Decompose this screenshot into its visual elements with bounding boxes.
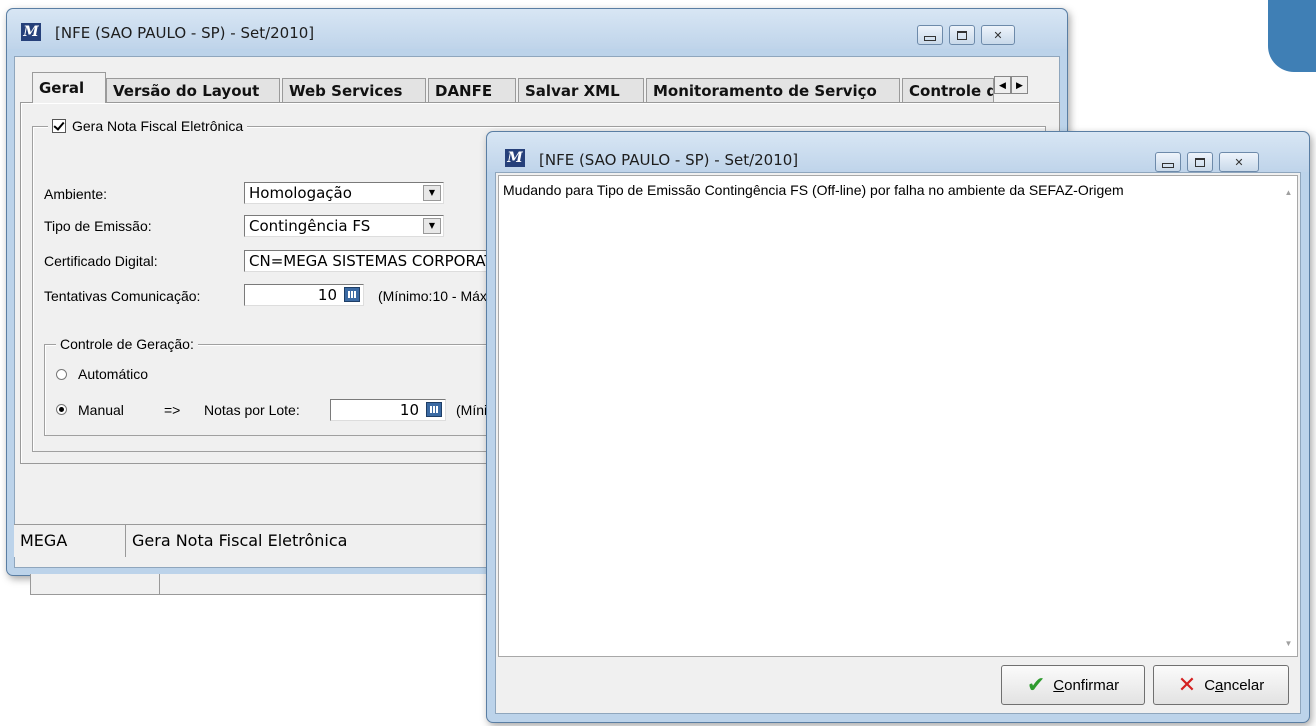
automatico-label: Automático xyxy=(78,366,149,382)
maximize-icon xyxy=(1195,157,1205,167)
notas-por-lote-value: 10 xyxy=(399,401,419,419)
minimize-button[interactable] xyxy=(1155,152,1181,172)
tab-versao-layout[interactable]: Versão do Layout xyxy=(106,78,280,102)
message-scrollbar[interactable]: ▲ ▼ xyxy=(1280,176,1297,656)
main-window-titlebar[interactable]: M [NFE (SAO PAULO - SP) - Set/2010] ✕ xyxy=(7,9,1067,49)
confirm-button[interactable]: ✔ Confirmar xyxy=(1001,665,1145,705)
certificado-label: Certificado Digital: xyxy=(44,253,158,269)
close-icon: ✕ xyxy=(993,29,1003,42)
manual-radio[interactable] xyxy=(56,404,67,415)
calculator-icon[interactable] xyxy=(344,287,360,302)
minimize-icon xyxy=(924,35,936,41)
message-window: M [NFE (SAO PAULO - SP) - Set/2010] ✕ Mu… xyxy=(486,131,1310,723)
tab-geral[interactable]: Geral xyxy=(32,72,106,103)
tipo-emissao-value: Contingência FS xyxy=(249,217,371,235)
message-window-title: [NFE (SAO PAULO - SP) - Set/2010] xyxy=(539,151,799,169)
status-cell-message: Gera Nota Fiscal Eletrônica xyxy=(132,531,348,550)
chevron-down-icon[interactable]: ▼ xyxy=(423,218,441,234)
tentativas-input[interactable]: 10 xyxy=(244,284,364,306)
cancel-button[interactable]: ✕ Cancelar xyxy=(1153,665,1289,705)
manual-arrow: => xyxy=(164,402,181,418)
tab-controle[interactable]: Controle de xyxy=(902,78,994,102)
notas-por-lote-input[interactable]: 10 xyxy=(330,399,446,421)
ambiente-label: Ambiente: xyxy=(44,186,108,202)
message-text: Mudando para Tipo de Emissão Contingênci… xyxy=(503,182,1124,198)
green-check-icon: ✔ xyxy=(1026,672,1046,697)
ambiente-value: Homologação xyxy=(249,184,352,202)
message-window-titlebar[interactable]: M [NFE (SAO PAULO - SP) - Set/2010] ✕ xyxy=(487,132,1309,172)
scroll-down-icon[interactable]: ▼ xyxy=(1280,635,1297,652)
tab-salvar-xml[interactable]: Salvar XML xyxy=(518,78,644,102)
controle-geracao-label: Controle de Geração: xyxy=(60,336,194,352)
tipo-emissao-select[interactable]: Contingência FS ▼ xyxy=(244,215,444,237)
controle-geracao-caption: Controle de Geração: xyxy=(56,336,198,352)
cancel-label: Cancelar xyxy=(1204,676,1265,694)
message-window-client: Mudando para Tipo de Emissão Contingênci… xyxy=(495,172,1301,714)
tab-web-services[interactable]: Web Services xyxy=(282,78,426,102)
maximize-button[interactable] xyxy=(949,25,975,45)
gera-nfe-checkbox[interactable] xyxy=(52,119,66,133)
close-button[interactable]: ✕ xyxy=(1219,152,1259,172)
tab-danfe[interactable]: DANFE xyxy=(428,78,516,102)
close-icon: ✕ xyxy=(1234,156,1244,169)
red-x-icon: ✕ xyxy=(1177,672,1197,697)
tab-scroll-right-button[interactable]: ▶ xyxy=(1011,76,1028,94)
window-title: [NFE (SAO PAULO - SP) - Set/2010] xyxy=(55,24,315,42)
gera-nfe-checkbox-caption[interactable]: Gera Nota Fiscal Eletrônica xyxy=(48,118,248,134)
calculator-icon[interactable] xyxy=(426,402,442,417)
message-textarea[interactable]: Mudando para Tipo de Emissão Contingênci… xyxy=(498,175,1298,657)
gera-nfe-label: Gera Nota Fiscal Eletrônica xyxy=(72,118,244,134)
manual-label: Manual xyxy=(78,402,124,418)
chevron-down-icon[interactable]: ▼ xyxy=(423,185,441,201)
confirm-label: Confirmar xyxy=(1053,676,1120,694)
tentativas-value: 10 xyxy=(317,286,337,304)
tab-scroll-left-button[interactable]: ◀ xyxy=(994,76,1011,94)
mega-logo-icon: M xyxy=(21,23,41,41)
maximize-icon xyxy=(957,30,967,40)
window-shadow-edge xyxy=(30,574,492,595)
automatico-radio[interactable] xyxy=(56,369,67,380)
minimize-button[interactable] xyxy=(917,25,943,45)
background-window-corner xyxy=(1268,0,1316,72)
tentativas-label: Tentativas Comunicação: xyxy=(44,288,201,304)
maximize-button[interactable] xyxy=(1187,152,1213,172)
close-button[interactable]: ✕ xyxy=(981,25,1015,45)
tab-monitoramento-servico[interactable]: Monitoramento de Serviço xyxy=(646,78,900,102)
tipo-emissao-label: Tipo de Emissão: xyxy=(44,218,152,234)
mega-logo-icon: M xyxy=(505,149,525,167)
scroll-up-icon[interactable]: ▲ xyxy=(1280,184,1297,201)
ambiente-select[interactable]: Homologação ▼ xyxy=(244,182,444,204)
status-cell-user: MEGA xyxy=(14,525,126,557)
minimize-icon xyxy=(1162,162,1174,168)
notas-por-lote-label: Notas por Lote: xyxy=(204,402,300,418)
